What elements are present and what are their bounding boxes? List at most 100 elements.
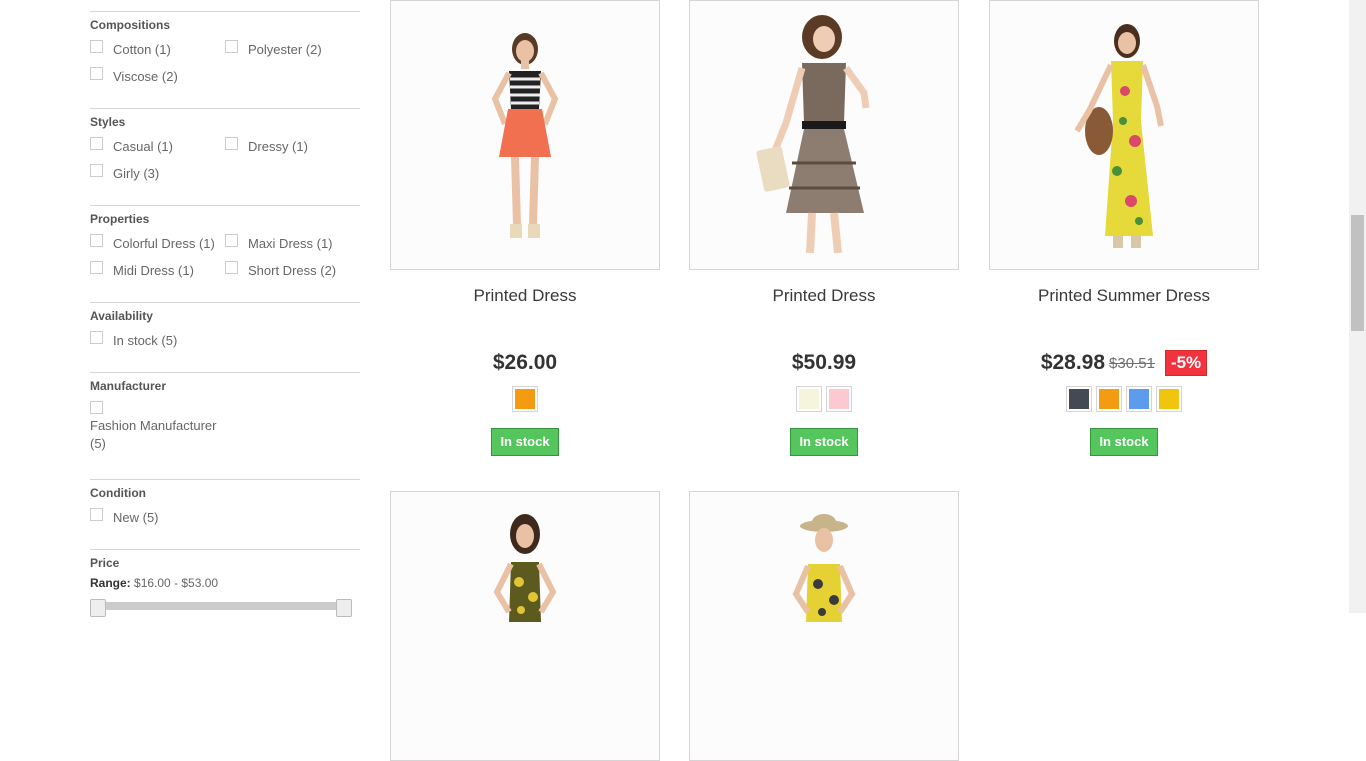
- dress-photo: [493, 514, 557, 622]
- availability-badge: In stock: [1090, 428, 1158, 456]
- facet-compositions: Compositions Cotton (1) Polyester (2) Vi…: [90, 11, 360, 90]
- dress-photo: [756, 15, 870, 254]
- product-name[interactable]: Printed Dress: [689, 285, 959, 307]
- color-fill: [515, 389, 535, 409]
- checkbox[interactable]: [90, 137, 103, 150]
- filter-label: Dressy (1): [248, 139, 308, 154]
- facet-styles: Styles Casual (1) Dressy (1) Girly (3): [90, 108, 360, 187]
- checkbox[interactable]: [225, 261, 238, 274]
- color-fill: [1129, 389, 1149, 409]
- color-swatch[interactable]: [1156, 386, 1182, 412]
- checkbox[interactable]: [90, 164, 103, 177]
- product-image[interactable]: [989, 0, 1259, 270]
- checkbox[interactable]: [90, 261, 103, 274]
- filter-label: Maxi Dress (1): [248, 236, 333, 251]
- price-row: $26.00: [390, 350, 660, 376]
- product-image[interactable]: [390, 0, 660, 270]
- filter-short-dress[interactable]: Short Dress (2): [225, 257, 360, 284]
- checkbox[interactable]: [225, 234, 238, 247]
- product-image[interactable]: [689, 0, 959, 270]
- facet-title: Condition: [90, 486, 146, 500]
- facet-properties: Properties Colorful Dress (1) Maxi Dress…: [90, 205, 360, 284]
- filter-fashion-manufacturer[interactable]: Fashion Manufacturer (5): [90, 397, 360, 453]
- availability-badge: In stock: [491, 428, 559, 456]
- filter-label: Casual (1): [113, 139, 173, 154]
- checkbox[interactable]: [90, 508, 103, 521]
- checkbox[interactable]: [90, 234, 103, 247]
- product-card: Printed Summer Dress $28.98 $30.51 -5% I…: [989, 0, 1259, 456]
- filter-midi-dress[interactable]: Midi Dress (1): [90, 257, 225, 284]
- dress-photo: [1074, 24, 1164, 248]
- vertical-scrollbar[interactable]: [1349, 0, 1366, 613]
- filter-casual[interactable]: Casual (1): [90, 133, 225, 160]
- price-range: Range: $16.00 - $53.00: [90, 576, 360, 590]
- discount-badge: -5%: [1164, 350, 1208, 376]
- filter-label: Fashion Manufacturer: [90, 418, 217, 433]
- filter-label: Viscose (2): [113, 69, 178, 84]
- product-name[interactable]: Printed Dress: [390, 285, 660, 307]
- product-card: [390, 491, 660, 761]
- slider-handle-min[interactable]: [90, 599, 106, 617]
- filter-label: Colorful Dress (1): [113, 236, 215, 251]
- old-price: $30.51: [1109, 354, 1155, 372]
- facet-title: Availability: [90, 309, 153, 323]
- filter-label: Cotton (1): [113, 42, 171, 57]
- color-swatch[interactable]: [826, 386, 852, 412]
- facet-manufacturer: Manufacturer Fashion Manufacturer (5): [90, 372, 360, 453]
- color-fill: [1099, 389, 1119, 409]
- scrollbar-thumb[interactable]: [1351, 215, 1364, 331]
- filter-polyester[interactable]: Polyester (2): [225, 36, 360, 63]
- checkbox[interactable]: [90, 40, 103, 53]
- product-price: $26.00: [492, 351, 558, 374]
- color-list: [390, 386, 660, 412]
- filter-count: (5): [90, 436, 106, 451]
- facet-condition: Condition New (5): [90, 479, 360, 531]
- product-image[interactable]: [390, 491, 660, 761]
- product-card: [689, 491, 959, 761]
- facet-availability: Availability In stock (5): [90, 302, 360, 354]
- range-value: $16.00 - $53.00: [134, 576, 219, 590]
- checkbox[interactable]: [225, 40, 238, 53]
- color-swatch[interactable]: [1126, 386, 1152, 412]
- checkbox[interactable]: [90, 331, 103, 344]
- color-fill: [799, 389, 819, 409]
- range-label: Range:: [90, 576, 131, 590]
- dress-photo: [491, 33, 559, 238]
- product-name[interactable]: Printed Summer Dress: [989, 285, 1259, 307]
- dress-photo: [792, 514, 856, 622]
- checkbox[interactable]: [225, 137, 238, 150]
- filter-cotton[interactable]: Cotton (1): [90, 36, 225, 63]
- facet-title: Manufacturer: [90, 379, 167, 393]
- facet-price: Price Range: $16.00 - $53.00: [90, 549, 360, 617]
- product-card: Printed Dress $50.99 In stock: [689, 0, 959, 456]
- filter-label: New (5): [113, 510, 159, 525]
- filter-label: In stock (5): [113, 333, 178, 348]
- filter-maxi-dress[interactable]: Maxi Dress (1): [225, 230, 360, 257]
- filter-viscose[interactable]: Viscose (2): [90, 63, 225, 90]
- product-image[interactable]: [689, 491, 959, 761]
- color-list: [689, 386, 959, 412]
- color-swatch[interactable]: [1066, 386, 1092, 412]
- filter-in-stock[interactable]: In stock (5): [90, 327, 360, 354]
- color-swatch[interactable]: [512, 386, 538, 412]
- filter-girly[interactable]: Girly (3): [90, 160, 225, 187]
- checkbox[interactable]: [90, 400, 103, 414]
- facet-title: Compositions: [90, 18, 170, 32]
- facet-title: Properties: [90, 212, 150, 226]
- filter-label: Girly (3): [113, 166, 160, 181]
- checkbox[interactable]: [90, 67, 103, 80]
- slider-handle-max[interactable]: [336, 599, 352, 617]
- color-swatch[interactable]: [796, 386, 822, 412]
- price-row: $28.98 $30.51 -5%: [989, 350, 1259, 376]
- filter-dressy[interactable]: Dressy (1): [225, 133, 360, 160]
- product-price: $28.98: [1040, 351, 1106, 374]
- filter-new[interactable]: New (5): [90, 504, 360, 531]
- color-list: [989, 386, 1259, 412]
- facet-title: Price: [90, 556, 120, 570]
- filter-colorful-dress[interactable]: Colorful Dress (1): [90, 230, 225, 257]
- filter-label: Short Dress (2): [248, 263, 337, 278]
- price-slider[interactable]: [90, 599, 352, 617]
- color-swatch[interactable]: [1096, 386, 1122, 412]
- color-fill: [1159, 389, 1179, 409]
- filter-label: Polyester (2): [248, 42, 322, 57]
